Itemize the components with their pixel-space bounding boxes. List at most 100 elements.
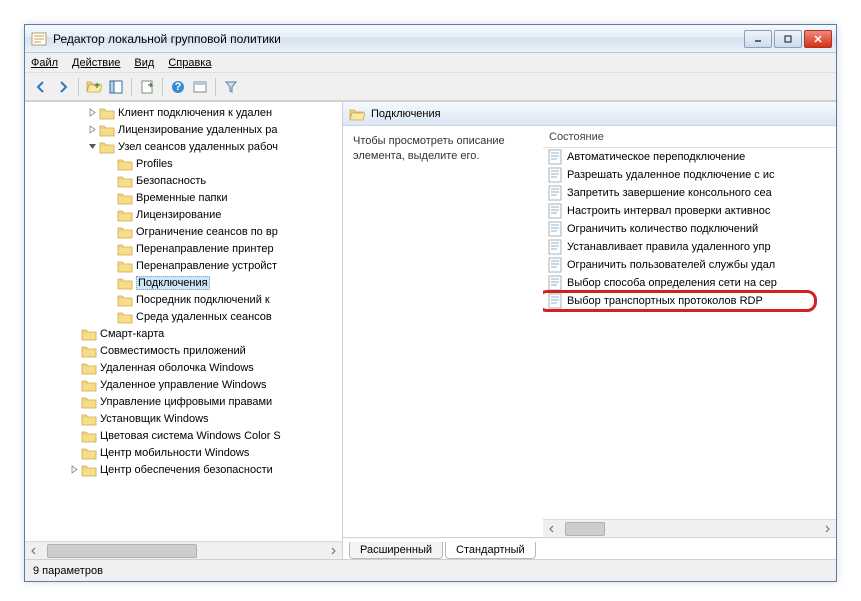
tree-item[interactable]: Управление цифровыми правами [25,393,342,410]
content-area: Клиент подключения к удаленЛицензировани… [25,101,836,559]
expander-placeholder [103,310,117,324]
tree-item[interactable]: Перенаправление устройст [25,257,342,274]
folder-icon [117,276,133,290]
details-pane: Подключения Чтобы просмотреть описание э… [343,102,836,559]
tree-item-label: Посредник подключений к [136,294,270,306]
menu-view[interactable]: Вид [134,57,154,69]
policy-item[interactable]: Настроить интервал проверки активнос [543,202,836,220]
policy-icon [547,257,563,273]
policy-item[interactable]: Запретить завершение консольного сеа [543,184,836,202]
up-button[interactable] [84,77,104,97]
tree-pane: Клиент подключения к удаленЛицензировани… [25,102,343,559]
expander-placeholder [103,293,117,307]
policy-item[interactable]: Ограничить количество подключений [543,220,836,238]
policy-item-label: Выбор транспортных протоколов RDP [567,295,763,307]
policy-icon [547,239,563,255]
scroll-left-arrow[interactable] [543,520,561,537]
tree-item[interactable]: Посредник подключений к [25,291,342,308]
folder-icon [117,208,133,222]
expand-icon[interactable] [67,463,81,477]
policy-icon [547,167,563,183]
scroll-right-arrow[interactable] [324,542,342,559]
tree-item[interactable]: Временные папки [25,189,342,206]
show-hide-tree-button[interactable] [106,77,126,97]
folder-icon [117,293,133,307]
tree-item[interactable]: Центр обеспечения безопасности [25,461,342,478]
minimize-button[interactable] [744,30,772,48]
filter-button[interactable] [221,77,241,97]
tree-item-label: Profiles [136,158,173,170]
tree-item-label: Ограничение сеансов по вр [136,226,278,238]
tree-item[interactable]: Удаленная оболочка Windows [25,359,342,376]
expander-placeholder [67,378,81,392]
tree-item[interactable]: Лицензирование удаленных ра [25,121,342,138]
policy-item-label: Ограничить пользователей службы удал [567,259,775,271]
back-button[interactable] [31,77,51,97]
tree-item[interactable]: Ограничение сеансов по вр [25,223,342,240]
policy-item[interactable]: Устанавливает правила удаленного упр [543,238,836,256]
policy-icon [547,221,563,237]
policy-item[interactable]: Разрешать удаленное подключение с ис [543,166,836,184]
forward-button[interactable] [53,77,73,97]
help-button[interactable]: ? [168,77,188,97]
policy-item-label: Разрешать удаленное подключение с ис [567,169,774,181]
expand-icon[interactable] [85,123,99,137]
navigation-tree[interactable]: Клиент подключения к удаленЛицензировани… [25,102,342,541]
tree-item[interactable]: Узел сеансов удаленных рабоч [25,138,342,155]
policy-item[interactable]: Автоматическое переподключение [543,148,836,166]
folder-icon [117,174,133,188]
column-header-state[interactable]: Состояние [543,126,836,148]
policy-item[interactable]: Ограничить пользователей службы удал [543,256,836,274]
policy-item[interactable]: Выбор способа определения сети на сер [543,274,836,292]
toolbar: ? [25,73,836,101]
list-horizontal-scrollbar[interactable] [543,519,836,537]
collapse-icon[interactable] [85,140,99,154]
tree-item[interactable]: Удаленное управление Windows [25,376,342,393]
folder-icon [81,344,97,358]
tree-item[interactable]: Profiles [25,155,342,172]
menu-help[interactable]: Справка [168,57,211,69]
tree-item[interactable]: Перенаправление принтер [25,240,342,257]
expander-placeholder [103,259,117,273]
window-controls [742,30,832,48]
tree-item[interactable]: Центр мобильности Windows [25,444,342,461]
expander-placeholder [103,208,117,222]
folder-icon [81,361,97,375]
close-button[interactable] [804,30,832,48]
tree-item-label: Управление цифровыми правами [100,396,272,408]
tree-item[interactable]: Клиент подключения к удален [25,104,342,121]
policy-icon [547,149,563,165]
folder-icon [117,259,133,273]
expander-placeholder [103,242,117,256]
menu-file[interactable]: Файл [31,57,58,69]
tree-item-label: Удаленная оболочка Windows [100,362,254,374]
tree-item[interactable]: Подключения [25,274,342,291]
tab-standard[interactable]: Стандартный [445,542,536,559]
folder-icon [349,107,365,121]
tab-extended[interactable]: Расширенный [349,542,443,559]
tree-item[interactable]: Безопасность [25,172,342,189]
scroll-thumb[interactable] [47,544,197,558]
status-text: 9 параметров [33,565,103,577]
titlebar[interactable]: Редактор локальной групповой политики [25,25,836,53]
tree-item[interactable]: Лицензирование [25,206,342,223]
maximize-button[interactable] [774,30,802,48]
tree-horizontal-scrollbar[interactable] [25,541,342,559]
tree-item[interactable]: Смарт-карта [25,325,342,342]
policy-item-label: Настроить интервал проверки активнос [567,205,770,217]
tree-item[interactable]: Совместимость приложений [25,342,342,359]
policy-item[interactable]: Выбор транспортных протоколов RDP [543,292,836,310]
tree-item[interactable]: Установщик Windows [25,410,342,427]
tree-item[interactable]: Цветовая система Windows Color S [25,427,342,444]
export-button[interactable] [137,77,157,97]
tree-item[interactable]: Среда удаленных сеансов [25,308,342,325]
scroll-right-arrow[interactable] [818,520,836,537]
expand-icon[interactable] [85,106,99,120]
scroll-thumb[interactable] [565,522,605,536]
tree-item-label: Смарт-карта [100,328,164,340]
menu-action[interactable]: Действие [72,57,120,69]
properties-button[interactable] [190,77,210,97]
expander-placeholder [103,276,117,290]
tree-item-label: Среда удаленных сеансов [136,311,272,323]
scroll-left-arrow[interactable] [25,542,43,559]
